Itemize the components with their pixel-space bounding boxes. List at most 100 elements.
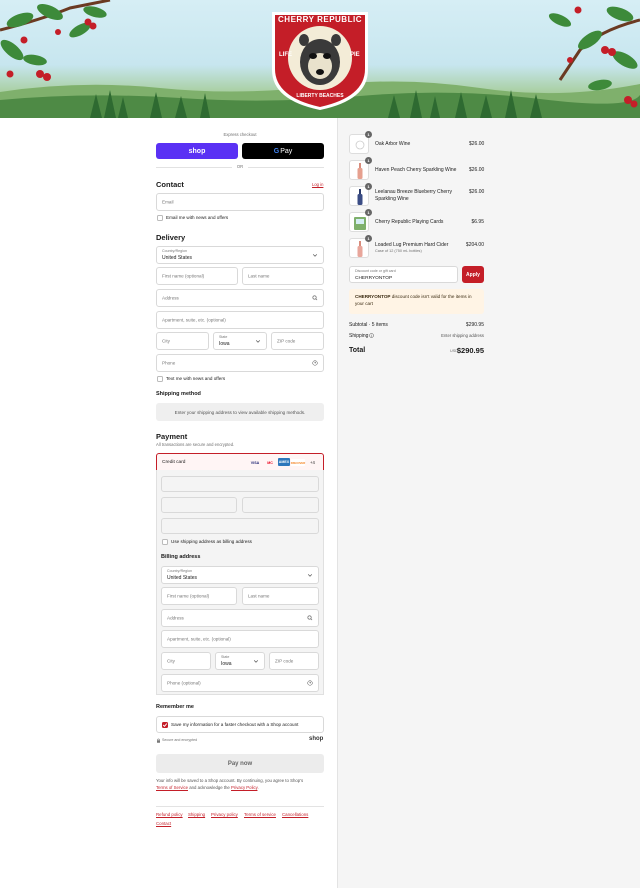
card-name-field[interactable] bbox=[161, 518, 319, 534]
billing-phone-placeholder: Phone (optional) bbox=[167, 680, 201, 686]
item-price: $26.00 bbox=[469, 141, 485, 147]
shop-logo: shop bbox=[309, 736, 324, 742]
billing-city-field[interactable]: City bbox=[161, 652, 211, 670]
info-icon[interactable] bbox=[369, 333, 374, 338]
brand-motto-left: LIFE bbox=[279, 52, 292, 58]
chevron-down-icon bbox=[253, 660, 259, 663]
chevron-down-icon bbox=[312, 254, 318, 257]
newsletter-checkbox[interactable] bbox=[157, 215, 163, 221]
use-shipping-checkbox[interactable] bbox=[162, 539, 168, 545]
help-icon[interactable] bbox=[312, 360, 318, 366]
phone-field[interactable]: Phone bbox=[156, 354, 324, 372]
billing-state-select[interactable]: State Iowa bbox=[215, 652, 265, 670]
privacy-policy-link[interactable]: Privacy Policy bbox=[231, 785, 257, 790]
legal-conjunction: and acknowledge the bbox=[189, 784, 230, 790]
subtotal-label: Subtotal · 5 items bbox=[349, 322, 388, 328]
save-info-checkbox[interactable] bbox=[162, 722, 168, 728]
item-name: Cherry Republic Playing Cards bbox=[375, 219, 444, 225]
terms-of-service-link[interactable]: Terms of Service bbox=[156, 785, 188, 790]
billing-country-select[interactable]: Country/Region United States bbox=[161, 566, 319, 584]
state-select[interactable]: State Iowa bbox=[213, 332, 267, 350]
country-label: Country/Region bbox=[162, 249, 187, 253]
shipping-method-title: Shipping method bbox=[156, 391, 201, 397]
billing-zip-placeholder: ZIP code bbox=[275, 658, 294, 664]
newsletter-label: Email me with news and offers bbox=[166, 215, 229, 220]
discount-label: Discount code or gift card bbox=[355, 268, 396, 273]
login-link[interactable]: Log in bbox=[312, 182, 323, 187]
help-icon[interactable] bbox=[307, 680, 313, 686]
contact-link[interactable]: Contact bbox=[156, 821, 171, 826]
city-field[interactable]: City bbox=[156, 332, 209, 350]
card-security-field[interactable] bbox=[242, 497, 319, 513]
item-variant: Case of 12 (750 mL bottles) bbox=[375, 249, 422, 253]
billing-country-value: United States bbox=[167, 575, 198, 581]
legal-line: Your info will be saved to a Shop accoun… bbox=[156, 778, 304, 783]
express-checkout-label: Express checkout bbox=[223, 132, 257, 137]
first-name-field[interactable]: First name (optional) bbox=[156, 267, 238, 285]
wine-bottle-icon bbox=[357, 163, 363, 179]
visa-icon: VISA bbox=[250, 460, 260, 465]
billing-zip-field[interactable]: ZIP code bbox=[269, 652, 319, 670]
card-expiry-field[interactable] bbox=[161, 497, 237, 513]
billing-last-name-field[interactable]: Last name bbox=[242, 587, 319, 605]
email-field[interactable]: Email bbox=[156, 193, 324, 211]
order-summary-panel bbox=[337, 118, 640, 888]
item-quantity-badge: 1 bbox=[365, 209, 372, 216]
google-g-icon: G bbox=[273, 147, 280, 155]
item-quantity-badge: 1 bbox=[365, 183, 372, 190]
wine-bottle-icon bbox=[357, 189, 363, 205]
item-quantity-badge: 1 bbox=[365, 131, 372, 138]
item-name: Loaded Lug Premium Hard Cider bbox=[375, 242, 449, 248]
apartment-field[interactable]: Apartment, suite, etc. (optional) bbox=[156, 311, 324, 329]
last-name-field[interactable]: Last name bbox=[242, 267, 324, 285]
discount-value: CHERRYONTOP bbox=[355, 275, 393, 281]
credit-card-option[interactable]: Credit card VISA MC AMEX DISCOVER +4 bbox=[156, 453, 324, 471]
shipping-label: Shipping bbox=[349, 333, 369, 339]
address-field[interactable]: Address bbox=[156, 289, 324, 307]
item-name: Oak Arbor Wine bbox=[375, 141, 411, 147]
item-name: Haven Peach Cherry Sparkling Wine bbox=[375, 167, 457, 173]
save-info-option[interactable]: Save my information for a faster checkou… bbox=[156, 716, 324, 733]
google-pay-button[interactable]: G Pay bbox=[242, 143, 324, 159]
save-info-label: Save my information for a faster checkou… bbox=[171, 722, 299, 727]
chevron-down-icon bbox=[255, 340, 261, 343]
billing-last-name-placeholder: Last name bbox=[248, 593, 270, 599]
billing-city-placeholder: City bbox=[167, 658, 175, 664]
country-select[interactable]: Country/Region United States bbox=[156, 246, 324, 264]
brand-motto-right: PIE bbox=[350, 52, 360, 58]
header-banner: CHERRY REPUBLIC LIFE PIE LIBERTY BEACHES bbox=[0, 0, 640, 118]
billing-first-name-field[interactable]: First name (optional) bbox=[161, 587, 237, 605]
billing-country-label: Country/Region bbox=[167, 569, 192, 573]
billing-apartment-field[interactable]: Apartment, suite, etc. (optional) bbox=[161, 630, 319, 648]
payment-title: Payment bbox=[156, 432, 188, 441]
zip-field[interactable]: ZIP code bbox=[271, 332, 324, 350]
billing-first-name-placeholder: First name (optional) bbox=[167, 593, 210, 599]
card-number-field[interactable] bbox=[161, 476, 319, 492]
subtotal-value: $290.95 bbox=[465, 322, 484, 328]
billing-address-field[interactable]: Address bbox=[161, 609, 319, 627]
item-name: Leelanau Breeze Blueberry Cherry bbox=[375, 189, 452, 195]
privacy-policy-footer-link[interactable]: Privacy policy bbox=[211, 812, 238, 817]
email-placeholder: Email bbox=[162, 199, 174, 205]
terms-of-service-footer-link[interactable]: Terms of service bbox=[244, 812, 276, 817]
billing-phone-field[interactable]: Phone (optional) bbox=[161, 674, 319, 692]
discount-code-field[interactable]: Discount code or gift card CHERRYONTOP bbox=[349, 266, 458, 283]
billing-apartment-placeholder: Apartment, suite, etc. (optional) bbox=[167, 636, 231, 642]
remember-me-title: Remember me bbox=[156, 704, 194, 710]
shop-pay-button[interactable]: shop bbox=[156, 143, 238, 159]
cancellations-link[interactable]: Cancellations bbox=[282, 812, 308, 817]
legal-period: . bbox=[257, 784, 259, 790]
pay-now-button[interactable]: Pay now bbox=[156, 754, 324, 773]
total-label: Total bbox=[349, 347, 366, 354]
footer-divider bbox=[156, 806, 324, 807]
sms-checkbox[interactable] bbox=[157, 376, 163, 382]
shipping-link[interactable]: Shipping bbox=[188, 812, 205, 817]
apply-discount-button[interactable]: Apply bbox=[462, 266, 484, 283]
state-label: State bbox=[219, 335, 228, 339]
total-value: $290.95 bbox=[456, 346, 484, 355]
search-icon bbox=[312, 295, 318, 301]
item-name-line2: Sparkling Wine bbox=[375, 196, 409, 202]
search-icon bbox=[307, 615, 313, 621]
refund-policy-link[interactable]: Refund policy bbox=[156, 812, 183, 817]
checkmark-icon bbox=[162, 723, 168, 727]
